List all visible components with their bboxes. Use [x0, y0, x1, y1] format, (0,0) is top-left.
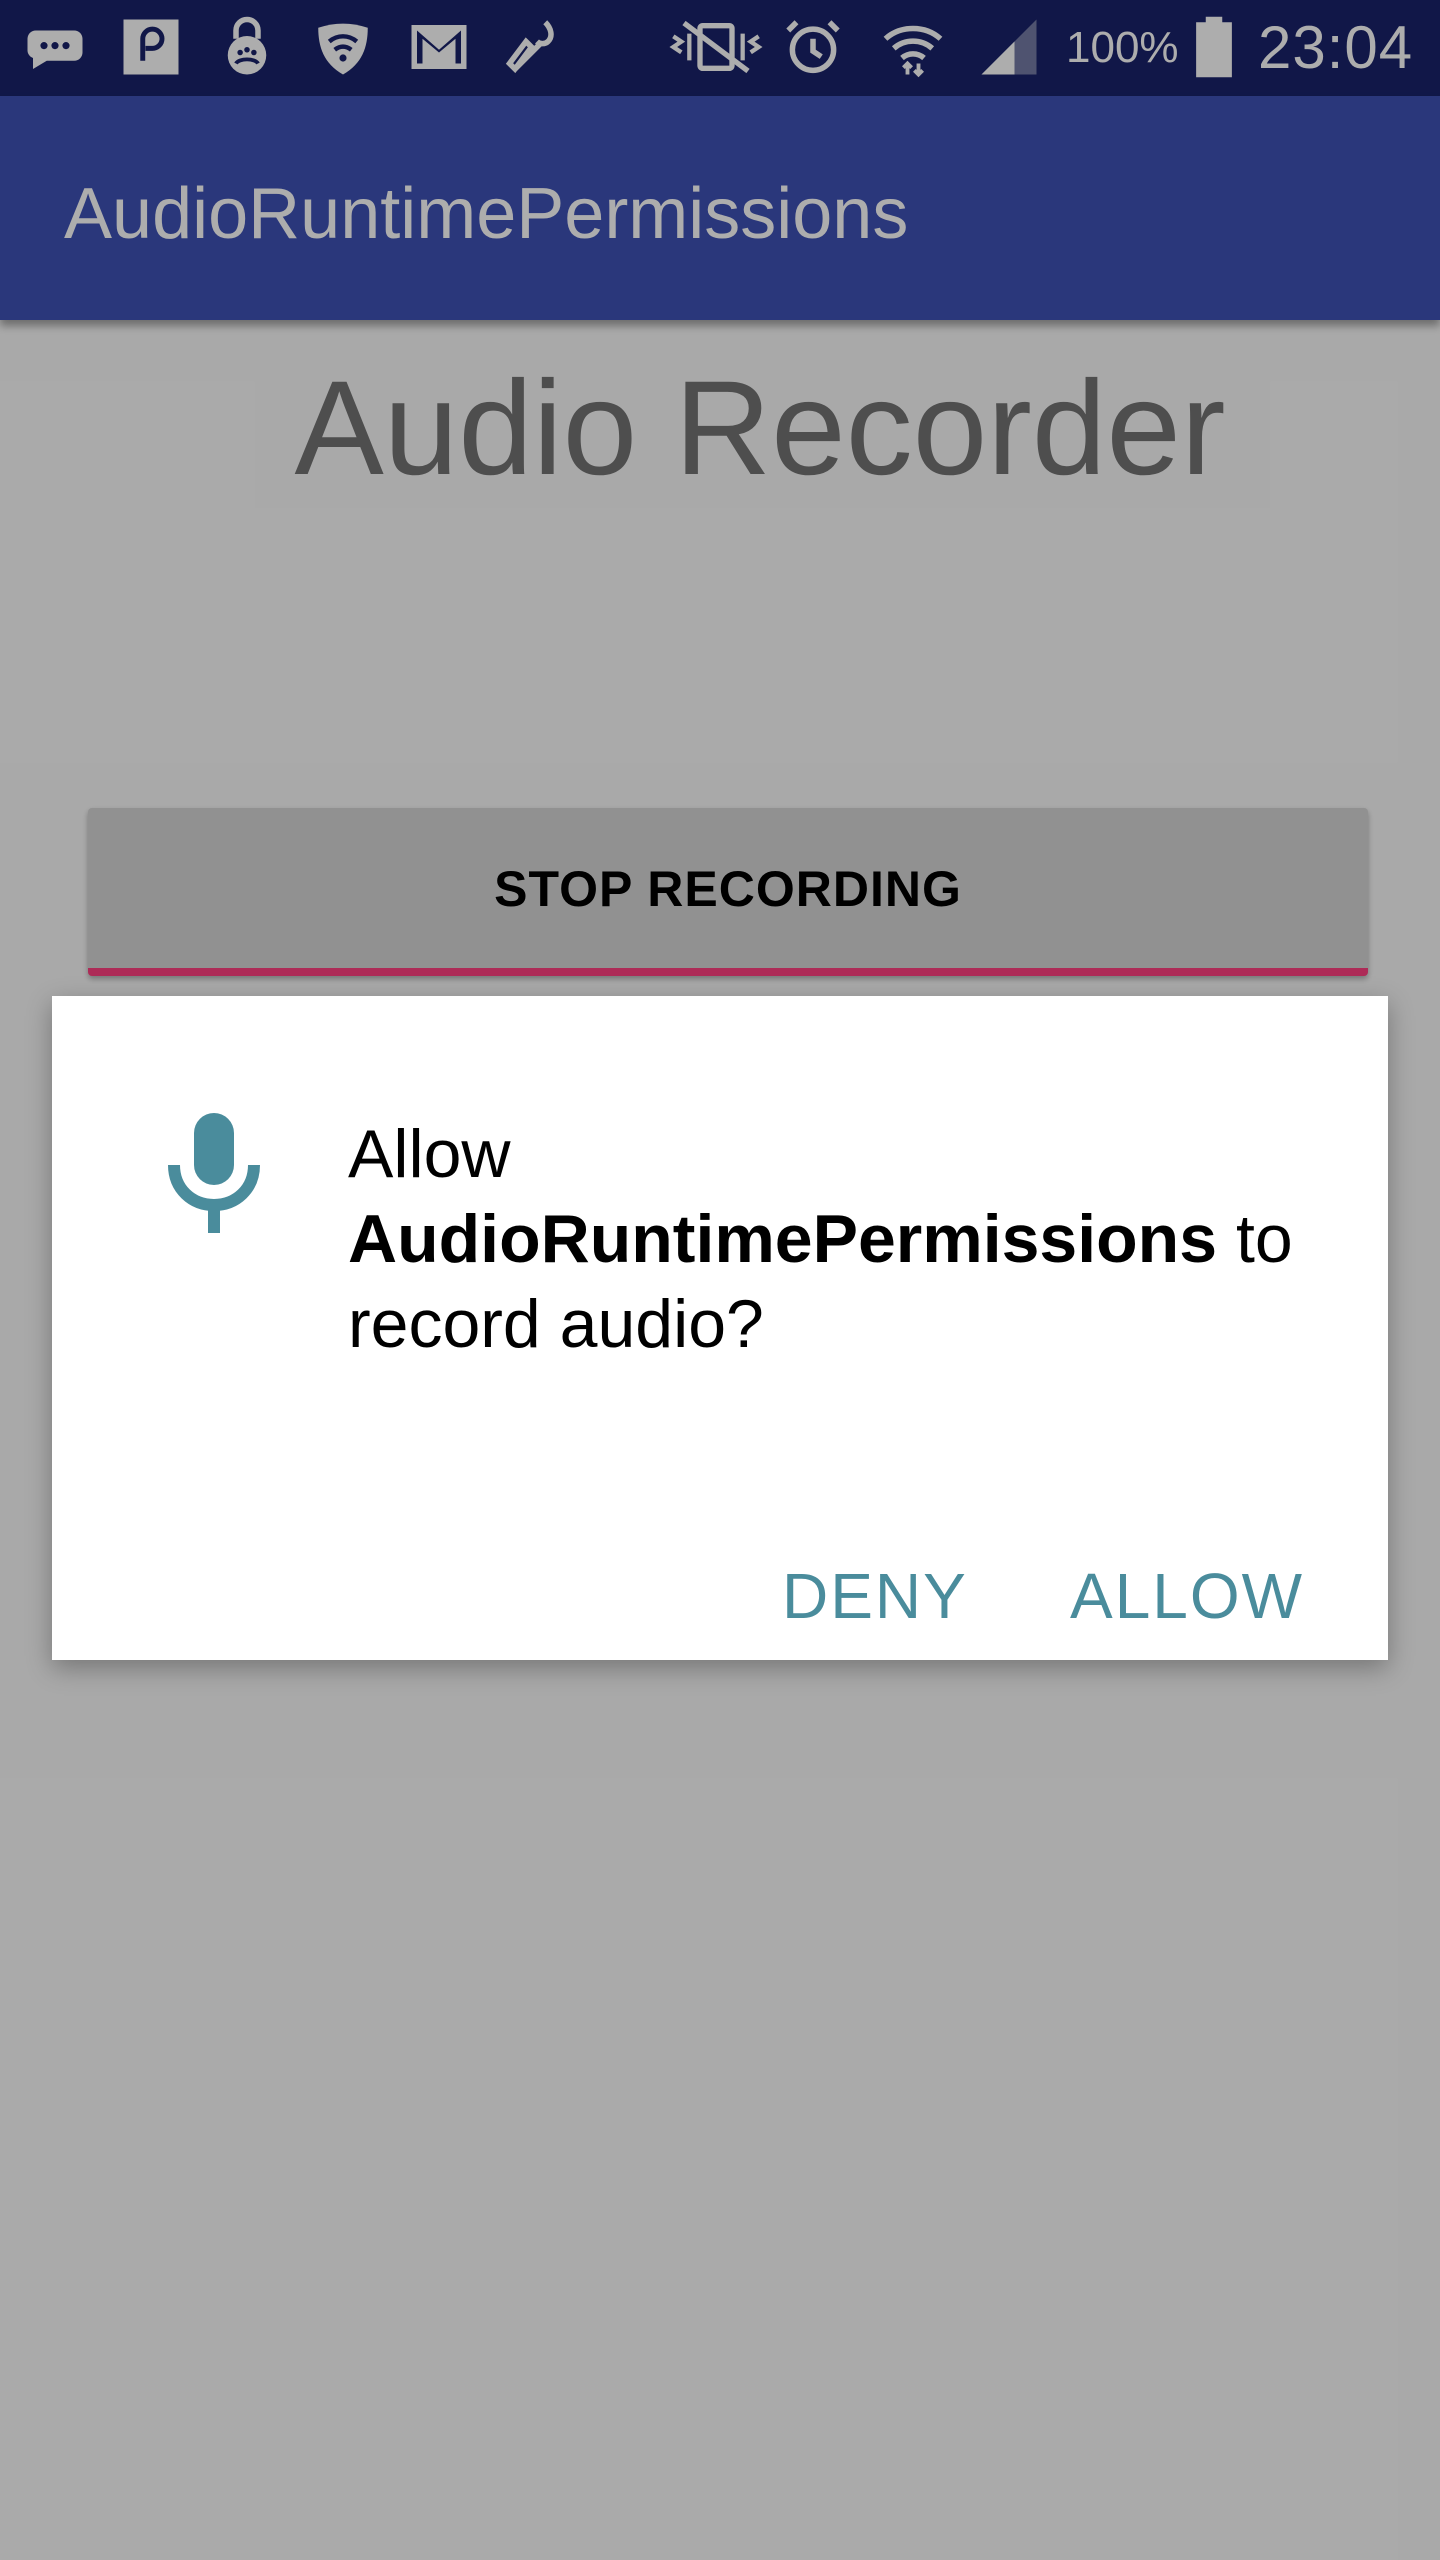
message-prefix: Allow	[348, 1116, 511, 1192]
deny-button[interactable]: DENY	[782, 1558, 968, 1634]
allow-button[interactable]: ALLOW	[1070, 1558, 1304, 1634]
dialog-actions: DENY ALLOW	[52, 1460, 1388, 1660]
dialog-message: Allow AudioRuntimePermissions to record …	[348, 1112, 1348, 1367]
microphone-icon	[166, 1112, 262, 1234]
permission-dialog: Allow AudioRuntimePermissions to record …	[52, 996, 1388, 1660]
message-app-name: AudioRuntimePermissions	[348, 1201, 1218, 1277]
